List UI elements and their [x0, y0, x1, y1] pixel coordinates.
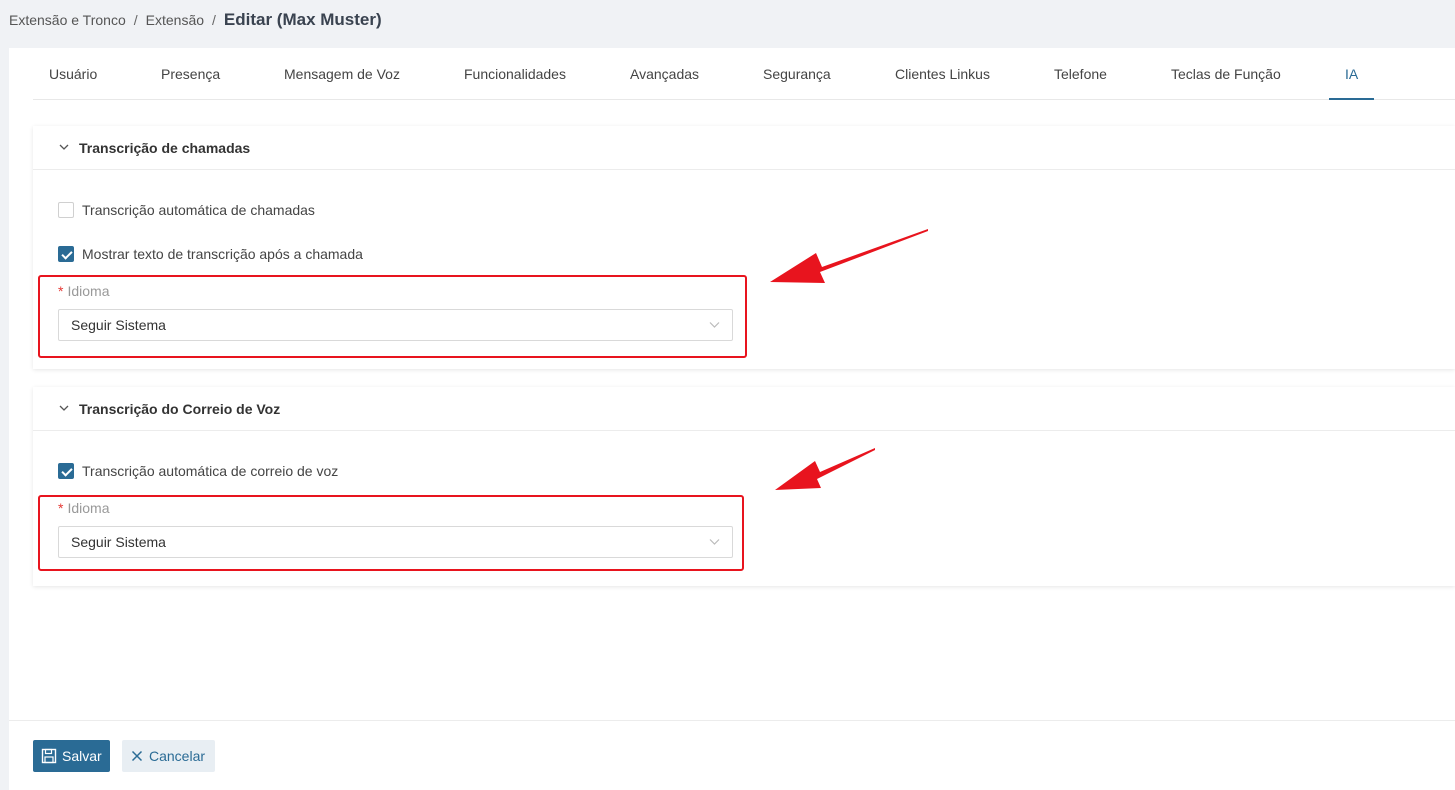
- tab-features[interactable]: Funcionalidades: [464, 48, 566, 100]
- breadcrumb-separator: /: [212, 12, 216, 28]
- tab-advanced[interactable]: Avançadas: [630, 48, 699, 100]
- checkbox-box[interactable]: [58, 463, 74, 479]
- voicemail-transcription-header[interactable]: Transcrição do Correio de Voz: [33, 387, 1455, 431]
- tab-voicemail[interactable]: Mensagem de Voz: [284, 48, 400, 100]
- voicemail-transcription-title: Transcrição do Correio de Voz: [79, 400, 281, 417]
- main-panel: Usuário Presença Mensagem de Voz Funcion…: [9, 48, 1455, 790]
- call-transcription-header[interactable]: Transcrição de chamadas: [33, 126, 1455, 170]
- call-transcription-title: Transcrição de chamadas: [79, 139, 251, 156]
- tab-phone[interactable]: Telefone: [1054, 48, 1107, 100]
- tab-ia[interactable]: IA: [1345, 48, 1358, 100]
- red-arrow-icon: [770, 229, 928, 283]
- save-button[interactable]: Salvar: [33, 740, 110, 772]
- close-icon: [131, 750, 143, 762]
- breadcrumb: Extensão e Tronco / Extensão / Editar (M…: [9, 9, 382, 31]
- breadcrumb-item-extension-trunk[interactable]: Extensão e Tronco: [9, 12, 126, 28]
- footer-bar: Salvar Cancelar: [9, 720, 1455, 790]
- tab-bar: Usuário Presença Mensagem de Voz Funcion…: [33, 48, 1455, 100]
- tab-user[interactable]: Usuário: [49, 48, 97, 100]
- auto-voicemail-transcription-checkbox[interactable]: Transcrição automática de correio de voz: [58, 461, 338, 481]
- cancel-button[interactable]: Cancelar: [122, 740, 215, 772]
- annotation-highlight-box: [38, 495, 744, 571]
- save-icon: [41, 748, 57, 764]
- tab-presence[interactable]: Presença: [161, 48, 220, 100]
- checkbox-label: Mostrar texto de transcrição após a cham…: [82, 246, 363, 262]
- breadcrumb-item-extension[interactable]: Extensão: [146, 12, 204, 28]
- checkbox-label: Transcrição automática de correio de voz: [82, 463, 339, 479]
- page-title: Editar (Max Muster): [223, 10, 382, 29]
- checkbox-box[interactable]: [58, 202, 74, 218]
- red-arrow-icon: [775, 448, 875, 490]
- tab-function-keys[interactable]: Teclas de Função: [1171, 48, 1281, 100]
- active-tab-indicator: [1329, 98, 1374, 100]
- show-transcription-text-checkbox[interactable]: Mostrar texto de transcrição após a cham…: [58, 244, 363, 264]
- auto-call-transcription-checkbox[interactable]: Transcrição automática de chamadas: [58, 200, 315, 220]
- tab-security[interactable]: Segurança: [763, 48, 831, 100]
- annotation-highlight-box: [38, 275, 747, 358]
- chevron-down-icon: [59, 144, 69, 150]
- save-button-label: Salvar: [62, 748, 102, 764]
- breadcrumb-separator: /: [133, 12, 138, 28]
- tab-linkus-clients[interactable]: Clientes Linkus: [895, 48, 990, 100]
- checkbox-label: Transcrição automática de chamadas: [82, 202, 315, 218]
- chevron-down-icon: [59, 405, 69, 411]
- checkbox-box[interactable]: [58, 246, 74, 262]
- cancel-button-label: Cancelar: [149, 748, 206, 764]
